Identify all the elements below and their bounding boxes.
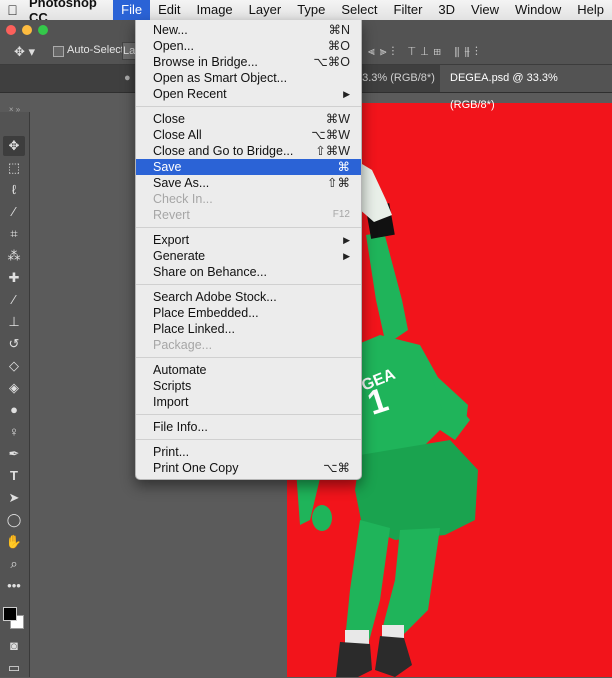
clone-stamp-tool-icon[interactable]: ⊥ bbox=[3, 312, 25, 332]
submenu-arrow-icon: ▶ bbox=[343, 235, 350, 245]
menu-window[interactable]: Window bbox=[507, 0, 569, 20]
zoom-window-icon[interactable] bbox=[38, 25, 48, 35]
lasso-tool-icon[interactable]: ℓ bbox=[3, 180, 25, 200]
menu-item-print[interactable]: Print... bbox=[136, 444, 361, 460]
toolbox-collapse-icon[interactable]: × » bbox=[0, 106, 29, 114]
minimize-window-icon[interactable] bbox=[22, 25, 32, 35]
blur-tool-icon[interactable]: ● bbox=[3, 400, 25, 420]
menu-filter[interactable]: Filter bbox=[386, 0, 431, 20]
screen-mode-icon[interactable]: ▭ bbox=[3, 658, 25, 678]
auto-select-label: Auto-Select: bbox=[67, 44, 127, 56]
file-menu-dropdown: New... ⌘N Open... ⌘O Browse in Bridge... ⌥⌘… bbox=[135, 20, 362, 480]
move-tool-preset-icon[interactable]: ✥ ▾ bbox=[14, 44, 35, 60]
history-brush-tool-icon[interactable]: ↺ bbox=[3, 334, 25, 354]
hand-tool-icon[interactable]: ✋ bbox=[3, 532, 25, 552]
healing-brush-tool-icon[interactable]: ✚ bbox=[3, 268, 25, 288]
foreground-color-swatch[interactable] bbox=[3, 607, 17, 621]
apple-logo-icon[interactable]:  bbox=[0, 2, 25, 18]
align-distribute-icons[interactable]: ⫷⫸⫶ ⊤⊥⊞ ⫴⫵⫶ bbox=[368, 44, 483, 59]
menu-image[interactable]: Image bbox=[189, 0, 241, 20]
marquee-tool-icon[interactable]: ⬚ bbox=[3, 158, 25, 178]
menu-separator bbox=[136, 414, 361, 415]
menu-view[interactable]: View bbox=[463, 0, 507, 20]
menu-3d[interactable]: 3D bbox=[430, 0, 463, 20]
menu-item-open-recent[interactable]: Open Recent ▶ bbox=[136, 86, 361, 102]
submenu-arrow-icon: ▶ bbox=[343, 251, 350, 261]
menu-separator bbox=[136, 284, 361, 285]
menu-item-close-and-go-to-bridge[interactable]: Close and Go to Bridge... ⇧⌘W bbox=[136, 143, 361, 159]
menu-bar:  Photoshop CC File Edit Image Layer Typ… bbox=[0, 0, 612, 25]
auto-select-checkbox[interactable] bbox=[53, 46, 64, 57]
menu-item-print-one-copy[interactable]: Print One Copy ⌥⌘ bbox=[136, 460, 361, 476]
move-tool-icon[interactable]: ✥ bbox=[3, 136, 25, 156]
type-tool-icon[interactable]: T bbox=[3, 466, 25, 486]
dodge-tool-icon[interactable]: ♀ bbox=[3, 422, 25, 442]
menu-item-import[interactable]: Import bbox=[136, 394, 361, 410]
menu-layer[interactable]: Layer bbox=[241, 0, 290, 20]
menu-item-package: Package... bbox=[153, 338, 213, 352]
menu-item-file-info[interactable]: File Info... bbox=[136, 419, 361, 435]
quick-mask-icon[interactable]: ◙ bbox=[3, 636, 25, 656]
menu-item-new[interactable]: New... ⌘N bbox=[136, 22, 361, 38]
menu-item-scripts[interactable]: Scripts bbox=[136, 378, 361, 394]
menu-item-open-as-smart-object[interactable]: Open as Smart Object... bbox=[136, 70, 361, 86]
menu-item-export[interactable]: Export ▶ bbox=[136, 232, 361, 248]
magic-wand-tool-icon[interactable]: ⁄ bbox=[3, 202, 25, 222]
menu-item-save-as[interactable]: Save As... ⇧⌘ bbox=[136, 175, 361, 191]
menu-type[interactable]: Type bbox=[289, 0, 333, 20]
eyedropper-tool-icon[interactable]: ⁂ bbox=[3, 246, 25, 266]
menu-select[interactable]: Select bbox=[333, 0, 385, 20]
shape-tool-icon[interactable]: ◯ bbox=[3, 510, 25, 530]
menu-item-check-in: Check In... bbox=[153, 192, 213, 206]
menu-separator bbox=[136, 439, 361, 440]
zoom-tool-icon[interactable]: ⌕ bbox=[3, 554, 25, 574]
menu-item-revert: Revert F12 bbox=[153, 208, 350, 222]
path-selection-tool-icon[interactable]: ➤ bbox=[3, 488, 25, 508]
menu-separator bbox=[136, 106, 361, 107]
submenu-arrow-icon: ▶ bbox=[343, 89, 350, 99]
menu-file[interactable]: File bbox=[113, 0, 151, 20]
menu-help[interactable]: Help bbox=[569, 0, 612, 20]
menu-edit[interactable]: Edit bbox=[150, 0, 188, 20]
menu-item-generate[interactable]: Generate ▶ bbox=[136, 248, 361, 264]
brush-tool-icon[interactable]: ⁄ bbox=[3, 290, 25, 310]
menu-item-browse-in-bridge[interactable]: Browse in Bridge... ⌥⌘O bbox=[136, 54, 361, 70]
close-window-icon[interactable] bbox=[6, 25, 16, 35]
menu-item-close-all[interactable]: Close All ⌥⌘W bbox=[136, 127, 361, 143]
menu-item-search-adobe-stock[interactable]: Search Adobe Stock... bbox=[136, 289, 361, 305]
tab-document-active[interactable]: DEGEA.psd @ 33.3% (RGB/8*) bbox=[440, 65, 612, 111]
menu-item-open[interactable]: Open... ⌘O bbox=[136, 38, 361, 54]
tab-close-icon[interactable]: ● bbox=[124, 72, 131, 84]
menu-item-share-on-behance[interactable]: Share on Behance... bbox=[136, 264, 361, 280]
menu-separator bbox=[136, 357, 361, 358]
menu-item-place-linked[interactable]: Place Linked... bbox=[136, 321, 361, 337]
crop-tool-icon[interactable]: ⌗ bbox=[3, 224, 25, 244]
menu-item-save[interactable]: Save ⌘ bbox=[136, 159, 361, 175]
menu-item-close[interactable]: Close ⌘W bbox=[136, 111, 361, 127]
pen-tool-icon[interactable]: ✒ bbox=[3, 444, 25, 464]
paint-bucket-tool-icon[interactable]: ◈ bbox=[3, 378, 25, 398]
menu-item-place-embedded[interactable]: Place Embedded... bbox=[136, 305, 361, 321]
menu-separator bbox=[136, 227, 361, 228]
toolbox: × » ✥ ⬚ ℓ ⁄ ⌗ ⁂ ✚ ⁄ ⊥ ↺ ◇ ◈ ● ♀ ✒ T ➤ ◯ … bbox=[0, 106, 30, 678]
more-tools-icon[interactable]: ••• bbox=[3, 576, 25, 596]
eraser-tool-icon[interactable]: ◇ bbox=[3, 356, 25, 376]
menu-item-automate[interactable]: Automate bbox=[136, 362, 361, 378]
